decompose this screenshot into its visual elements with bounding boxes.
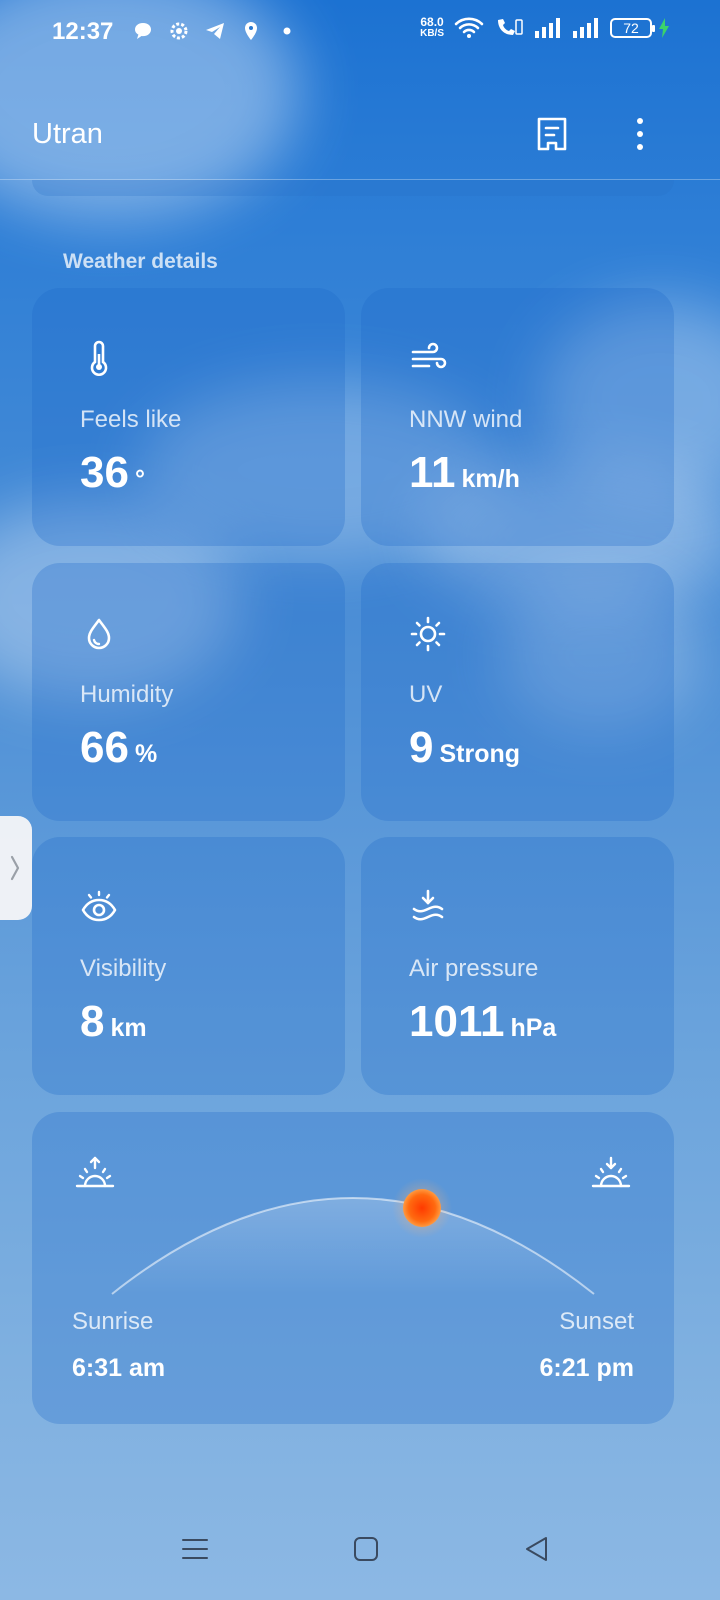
thermometer-icon [90,340,108,376]
eye-icon [81,890,117,922]
visibility-label: Visibility [80,955,167,982]
volte-call-icon [498,19,523,35]
section-title: Weather details [63,250,218,273]
status-bar: 12:37 68.0 KB/S 72 [0,0,720,64]
more-options-icon[interactable] [632,116,648,152]
visibility-card[interactable]: Visibility 8 km [32,837,345,1095]
wifi-icon [454,17,484,38]
feels-like-unit: ° [134,465,145,493]
pressure-icon [412,889,444,921]
air-pressure-value: 1011 hPa [409,997,556,1047]
previous-card-edge [32,180,674,196]
visibility-number: 8 [80,997,105,1046]
wind-card[interactable]: NNW wind 11 km/h [361,288,674,546]
droplet-icon [87,618,111,650]
wind-icon [411,342,447,369]
air-pressure-unit: hPa [510,1014,557,1042]
feels-like-card[interactable]: Feels like 36 ° [32,288,345,546]
humidity-card[interactable]: Humidity 66% [32,563,345,821]
sunrise-sunset-card[interactable]: Sunrise Sunset 6:31 am 6:21 pm [32,1112,674,1424]
back-button[interactable] [522,1534,552,1564]
sun-position-marker [403,1189,441,1227]
wind-unit: km/h [461,465,520,493]
signal-strength-2-icon [573,18,598,38]
net-speed-unit: KB/S [420,28,444,39]
sunrise-label: Sunrise [72,1308,154,1335]
feels-like-value: 36 ° [80,448,145,498]
battery-indicator: 72 [610,18,655,38]
uv-card[interactable]: UV 9 Strong [361,563,674,821]
humidity-unit: % [134,740,158,768]
dot-icon [276,20,298,42]
city-title: Utran [32,118,103,150]
app-bar: Utran [0,96,720,180]
network-speed: 68.0 KB/S [420,16,444,40]
settings-gear-icon [168,20,190,42]
net-speed-value: 68.0 [420,15,444,29]
air-pressure-card[interactable]: Air pressure 1011 hPa [361,837,674,1095]
signal-strength-1-icon [535,18,560,38]
status-time: 12:37 [52,18,114,45]
humidity-value: 66% [80,723,157,773]
system-navigation-bar [0,1500,720,1600]
telegram-icon [204,20,226,42]
uv-label: UV [409,681,443,708]
air-pressure-label: Air pressure [409,955,539,982]
feels-like-number: 36 [80,448,129,497]
status-right: 68.0 KB/S 72 [420,16,670,40]
uv-unit: Strong [439,740,521,768]
edge-panel-handle[interactable] [0,816,32,920]
location-icon [240,20,262,42]
sunrise-icon [75,1156,115,1188]
sun-icon [410,616,446,652]
notification-icons [132,20,298,42]
sunset-time: 6:21 pm [539,1354,634,1382]
chevron-right-icon [10,855,20,881]
feels-like-label: Feels like [80,406,182,433]
uv-value: 9 Strong [409,723,520,773]
wind-label: NNW wind [409,406,523,433]
wind-value: 11 km/h [409,448,520,498]
city-list-icon[interactable] [536,116,568,152]
sunset-icon [591,1156,631,1188]
uv-number: 9 [409,723,434,772]
visibility-value: 8 km [80,997,147,1047]
charging-bolt-icon [659,18,669,38]
humidity-label: Humidity [80,681,174,708]
humidity-number: 66 [80,723,129,772]
sunset-label: Sunset [559,1308,634,1335]
wind-number: 11 [409,448,456,497]
message-icon [132,20,154,42]
recent-apps-button[interactable] [180,1534,210,1564]
air-pressure-number: 1011 [409,997,505,1046]
home-button[interactable] [351,1534,381,1564]
sunrise-time: 6:31 am [72,1354,166,1382]
visibility-unit: km [110,1014,147,1042]
